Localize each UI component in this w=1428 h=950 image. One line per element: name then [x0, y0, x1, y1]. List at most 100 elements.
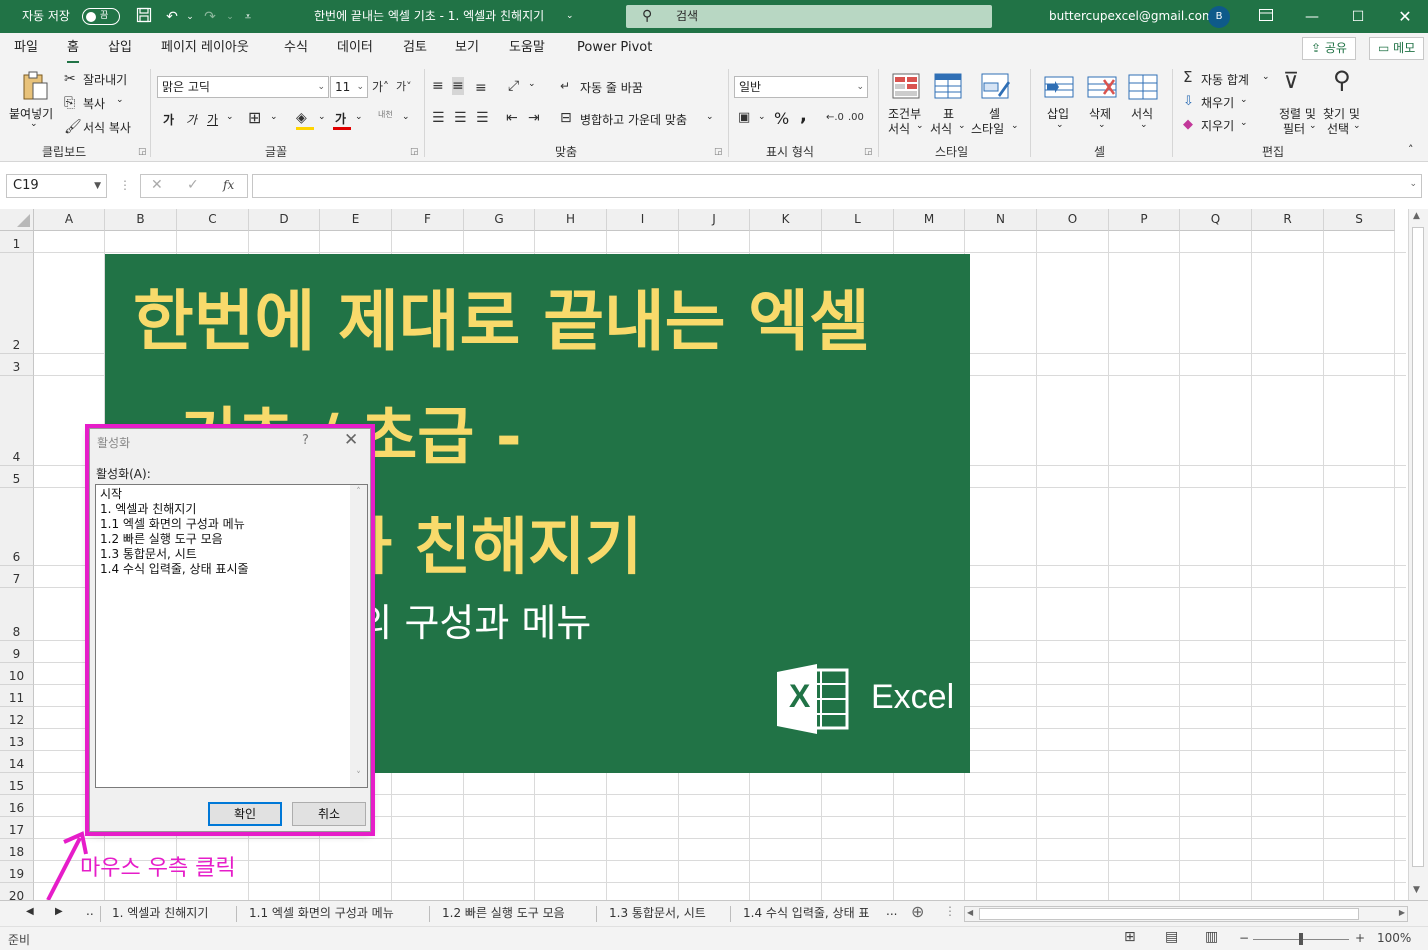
column-header[interactable]: L: [822, 209, 894, 231]
row-header[interactable]: 16: [0, 795, 34, 817]
formula-input[interactable]: ⌄: [252, 174, 1422, 198]
cell-styles-icon[interactable]: [980, 71, 1012, 103]
font-color-dropdown-icon[interactable]: ⌄: [355, 112, 363, 122]
scroll-up-icon[interactable]: ▲: [1413, 211, 1420, 221]
autosum-button[interactable]: 자동 합계: [1201, 71, 1249, 88]
sheet-tab[interactable]: 1.3 통합문서, 시트: [609, 904, 706, 921]
tab-view[interactable]: 보기: [455, 33, 479, 63]
tab-help[interactable]: 도움말: [509, 33, 545, 63]
font-color-button[interactable]: 가: [335, 110, 346, 127]
alignment-launcher-icon[interactable]: ◲: [714, 147, 723, 157]
wrap-text-button[interactable]: 자동 줄 바꿈: [580, 79, 643, 96]
clear-button[interactable]: 지우기: [1201, 117, 1234, 134]
column-header[interactable]: P: [1109, 209, 1180, 231]
fill-icon[interactable]: ⇩: [1183, 93, 1194, 111]
search-box[interactable]: ⚲ 검색: [626, 5, 992, 28]
conditional-dropdown-icon[interactable]: ⌄: [916, 121, 924, 131]
align-right-icon[interactable]: ☰: [476, 109, 489, 127]
zoom-slider-thumb[interactable]: [1299, 933, 1303, 945]
row-header[interactable]: 7: [0, 566, 34, 588]
number-format-select[interactable]: 일반 ⌄: [734, 76, 868, 98]
ribbon-display-icon[interactable]: [1256, 7, 1276, 27]
scroll-down-icon[interactable]: ▼: [1413, 885, 1420, 895]
more-sheets-right[interactable]: ...: [886, 904, 897, 918]
format-table-dropdown-icon[interactable]: ⌄: [958, 121, 966, 131]
accounting-dropdown-icon[interactable]: ⌄: [758, 112, 766, 122]
zoom-level[interactable]: 100%: [1377, 931, 1411, 945]
row-header[interactable]: 9: [0, 641, 34, 663]
orientation-icon[interactable]: ⤢: [508, 77, 519, 95]
share-button[interactable]: ⇪ 공유: [1302, 37, 1356, 60]
close-icon[interactable]: ✕: [1395, 7, 1415, 27]
borders-icon[interactable]: ⊞: [248, 109, 261, 127]
underline-button[interactable]: 가: [207, 111, 218, 128]
page-break-view-icon[interactable]: ▥: [1205, 929, 1218, 945]
decrease-font-icon[interactable]: 가˅: [396, 78, 412, 96]
format-painter-button[interactable]: 서식 복사: [83, 119, 131, 136]
horizontal-scrollbar[interactable]: ◀ ▶: [964, 906, 1408, 922]
autosum-dropdown-icon[interactable]: ⌄: [1262, 72, 1270, 82]
column-header[interactable]: Q: [1180, 209, 1252, 231]
align-middle-icon[interactable]: ≡: [452, 77, 464, 95]
delete-dropdown-icon[interactable]: ⌄: [1098, 120, 1106, 130]
fill-button[interactable]: 채우기: [1201, 94, 1234, 111]
cancel-formula-icon[interactable]: ✕: [151, 177, 163, 193]
column-header[interactable]: D: [249, 209, 320, 231]
row-header[interactable]: 18: [0, 839, 34, 861]
row-header[interactable]: 17: [0, 817, 34, 839]
decrease-indent-icon[interactable]: ⇤: [506, 109, 518, 127]
row-header[interactable]: 8: [0, 588, 34, 641]
column-header[interactable]: I: [607, 209, 679, 231]
row-header[interactable]: 10: [0, 663, 34, 685]
increase-font-icon[interactable]: 가˄: [372, 78, 389, 96]
conditional-formatting-label-2[interactable]: 서식: [888, 120, 910, 137]
vertical-scrollbar[interactable]: ▲ ▼: [1408, 209, 1428, 900]
delete-cells-icon[interactable]: [1086, 71, 1118, 103]
redo-dropdown-icon[interactable]: ⌄: [220, 7, 240, 27]
column-header[interactable]: E: [320, 209, 392, 231]
title-dropdown-icon[interactable]: ⌄: [566, 0, 574, 33]
font-size-select[interactable]: 11 ⌄: [330, 76, 368, 98]
bold-button[interactable]: 가: [163, 111, 174, 128]
scroll-left-icon[interactable]: ◀: [967, 908, 973, 917]
number-launcher-icon[interactable]: ◲: [864, 147, 873, 157]
expand-formula-icon[interactable]: ⌄: [1409, 179, 1417, 189]
column-header[interactable]: K: [750, 209, 822, 231]
row-header[interactable]: 12: [0, 707, 34, 729]
phonetic-button[interactable]: 내천: [378, 109, 393, 120]
find-select-label-2[interactable]: 선택: [1327, 120, 1349, 137]
scroll-thumb[interactable]: [979, 908, 1359, 920]
conditional-formatting-icon[interactable]: [891, 71, 923, 103]
accounting-icon[interactable]: ▣: [738, 109, 750, 127]
percent-button[interactable]: %: [774, 109, 789, 128]
cell-styles-label-2[interactable]: 스타일: [971, 120, 1004, 137]
format-painter-icon[interactable]: 🖌: [64, 118, 82, 136]
underline-dropdown-icon[interactable]: ⌄: [226, 112, 234, 122]
merge-dropdown-icon[interactable]: ⌄: [706, 112, 714, 122]
row-header[interactable]: 15: [0, 773, 34, 795]
select-all-corner[interactable]: [0, 209, 34, 231]
clipboard-launcher-icon[interactable]: ◲: [138, 147, 147, 157]
insert-cells-icon[interactable]: [1043, 71, 1075, 103]
find-select-icon[interactable]: ⚲: [1333, 68, 1351, 92]
save-icon[interactable]: [134, 7, 154, 27]
account-email[interactable]: buttercupexcel@gmail.com: [1049, 0, 1214, 33]
row-header[interactable]: 14: [0, 751, 34, 773]
align-top-icon[interactable]: ≡: [432, 77, 444, 95]
minimize-icon[interactable]: —: [1302, 7, 1322, 27]
tab-review[interactable]: 검토: [403, 33, 427, 63]
copy-button[interactable]: 복사: [83, 95, 105, 112]
align-center-icon[interactable]: ☰: [454, 109, 467, 127]
enter-formula-icon[interactable]: ✓: [187, 177, 199, 193]
collapse-ribbon-icon[interactable]: ˄: [1408, 143, 1414, 156]
column-header[interactable]: O: [1037, 209, 1109, 231]
prev-sheet-icon[interactable]: ◀: [26, 906, 34, 917]
column-header[interactable]: M: [894, 209, 965, 231]
tab-power-pivot[interactable]: Power Pivot: [577, 33, 652, 63]
merge-center-icon[interactable]: ⊟: [560, 109, 572, 127]
decrease-decimal-icon[interactable]: .00: [848, 109, 864, 127]
formula-bar-handle-icon[interactable]: ⋮: [119, 178, 131, 192]
tab-insert[interactable]: 삽입: [108, 33, 132, 63]
maximize-icon[interactable]: ☐: [1348, 7, 1368, 27]
cell-styles-dropdown-icon[interactable]: ⌄: [1011, 121, 1019, 131]
